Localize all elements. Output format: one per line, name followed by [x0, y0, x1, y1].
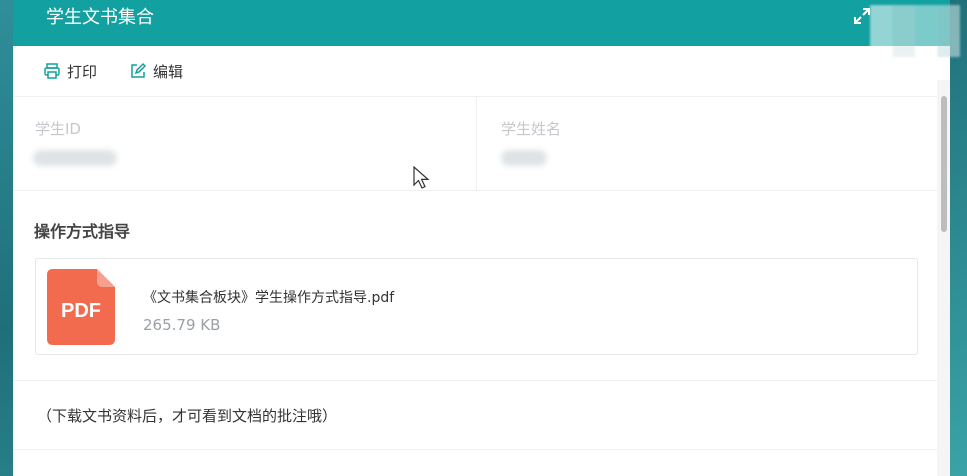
student-info-row: 学生ID 学生姓名	[13, 96, 950, 191]
section-title-guide: 操作方式指导	[34, 222, 131, 241]
attachment-file-name[interactable]: 《文书集合板块》学生操作方式指导.pdf	[143, 287, 394, 307]
edit-button[interactable]: 编辑	[129, 60, 183, 82]
print-label: 打印	[67, 62, 98, 81]
column-divider	[476, 96, 477, 190]
printer-icon	[44, 63, 60, 79]
modal-header: 学生文书集合	[13, 0, 950, 46]
edit-icon	[131, 62, 147, 78]
expand-icon[interactable]	[852, 6, 872, 26]
pdf-file-icon: PDF	[47, 269, 115, 345]
divider	[13, 449, 950, 450]
edit-label: 编辑	[153, 62, 184, 81]
mouse-cursor-icon	[413, 166, 430, 189]
student-id-label: 学生ID	[35, 120, 81, 138]
attachment-file-size: 265.79 KB	[143, 316, 221, 334]
document-modal: 学生文书集合 打印 编辑 学生ID 学生姓名 操作方式指导 PDF 《文书集合板…	[13, 0, 950, 476]
student-name-value-redacted	[501, 150, 547, 166]
attachment-card[interactable]: PDF 《文书集合板块》学生操作方式指导.pdf 265.79 KB	[35, 258, 918, 355]
divider	[13, 380, 950, 381]
pdf-icon-text: PDF	[61, 300, 101, 322]
print-button[interactable]: 打印	[43, 60, 97, 82]
download-note: （下载文书资料后，才可看到文档的批注哦）	[37, 407, 338, 425]
student-id-value-redacted	[33, 150, 117, 166]
student-name-label: 学生姓名	[501, 120, 562, 138]
scrollbar-thumb[interactable]	[941, 96, 947, 232]
toolbar: 打印 编辑	[13, 46, 950, 97]
modal-title: 学生文书集合	[46, 7, 154, 28]
redacted-overlay	[870, 5, 960, 57]
